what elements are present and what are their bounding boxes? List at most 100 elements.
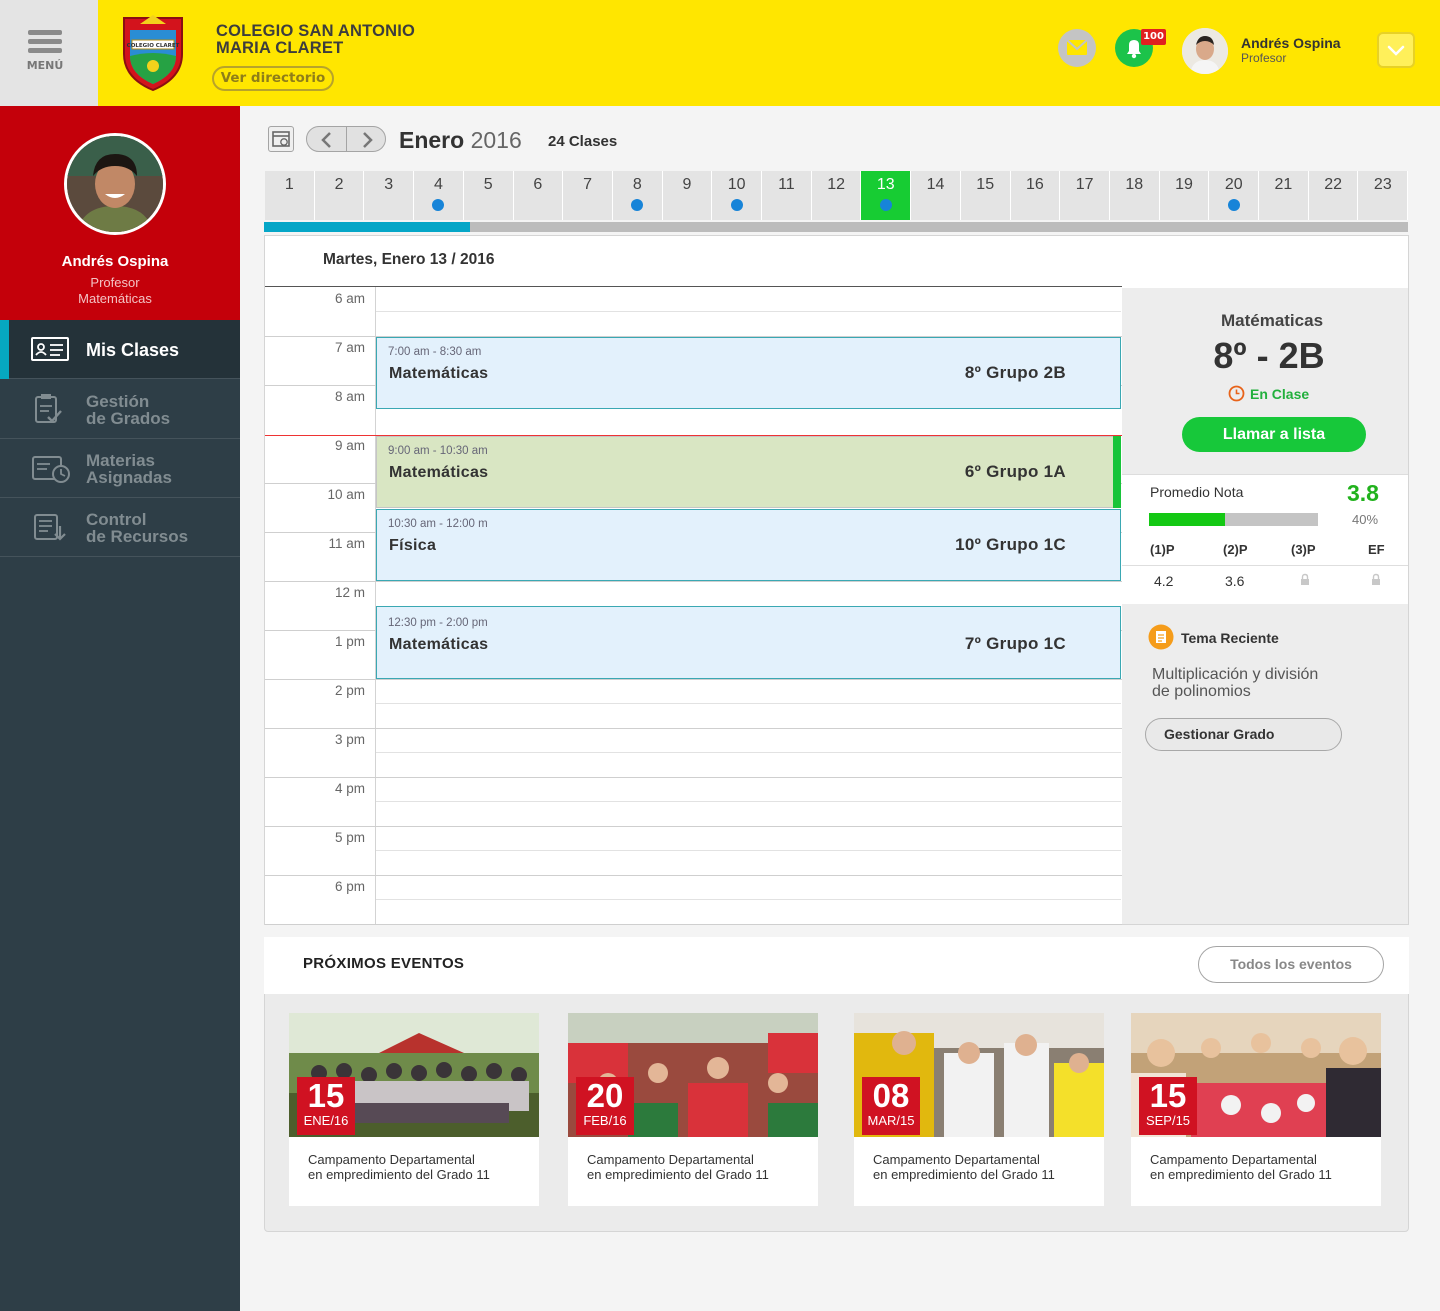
hour-gridline <box>265 924 1122 925</box>
average-bar-fill <box>1149 513 1225 526</box>
day-12[interactable]: 12 <box>811 171 862 220</box>
user-name: Andrés Ospina <box>1241 35 1341 51</box>
event-group: 8º Grupo 2B <box>964 363 1066 382</box>
mail-button[interactable] <box>1058 29 1096 67</box>
sidebar-item-label: Mis Clases <box>86 340 180 360</box>
hour-label: 9 am <box>334 438 365 453</box>
event-time: 7:00 am - 8:30 am <box>388 346 482 358</box>
day-15[interactable]: 15 <box>960 171 1011 220</box>
sidebar-item-gestion-grados[interactable]: Gestión de Grados <box>0 380 240 439</box>
day-number: 12 <box>827 176 845 193</box>
call-list-button[interactable]: Llamar a lista <box>1182 417 1366 452</box>
day-10[interactable]: 10 <box>712 171 763 220</box>
class-dot-indicator <box>432 199 445 211</box>
class-event[interactable]: 7:00 am - 8:30 am Matemáticas 8º Grupo 2… <box>376 337 1121 409</box>
hour-label: 3 pm <box>334 732 365 747</box>
user-avatar[interactable] <box>1182 28 1228 74</box>
event-description: Campamento Departamental en empredimiento… <box>308 1152 490 1182</box>
day-8[interactable]: 8 <box>612 171 663 220</box>
class-dot-indicator <box>1227 199 1240 211</box>
day-3[interactable]: 3 <box>364 171 415 220</box>
next-month-button[interactable] <box>347 127 385 151</box>
half-hour-gridline <box>376 801 1121 802</box>
event-date-badge: 08 MAR/15 <box>862 1077 920 1135</box>
day-23[interactable]: 23 <box>1358 171 1409 220</box>
day-number: 6 <box>533 176 543 193</box>
day-13[interactable]: 13 <box>861 171 912 220</box>
hour-gridline <box>265 728 1122 729</box>
day-number: 4 <box>434 176 443 193</box>
lock-icon <box>1301 573 1309 585</box>
day-number: 5 <box>483 176 493 193</box>
clipboard-check-icon <box>35 394 62 423</box>
day-21[interactable]: 21 <box>1259 171 1309 220</box>
class-event-current[interactable]: 9:00 am - 10:30 am Matemáticas 6º Grupo … <box>376 436 1121 508</box>
directory-button[interactable]: Ver directorio <box>212 66 334 91</box>
day-number: 22 <box>1324 176 1343 193</box>
day-1[interactable]: 1 <box>265 171 315 220</box>
day-number: 8 <box>632 176 642 193</box>
day-number: 13 <box>876 176 895 193</box>
day-19[interactable]: 19 <box>1159 171 1210 220</box>
day-2[interactable]: 2 <box>314 171 365 220</box>
day-4[interactable]: 4 <box>414 171 464 220</box>
sidebar-item-control-recursos[interactable]: Control de Recursos <box>0 498 240 557</box>
id-card-icon <box>31 337 69 361</box>
day-11[interactable]: 11 <box>762 171 812 220</box>
event-group: 6º Grupo 1A <box>964 462 1066 481</box>
hour-label: 12 m <box>334 585 365 600</box>
recent-topic-label: Tema Reciente <box>1181 630 1279 646</box>
average-percent: 40% <box>1352 512 1379 527</box>
profile-subject: Matemáticas <box>78 291 152 306</box>
school-logo: COLEGIO CLARET <box>123 15 183 92</box>
event-description: Campamento Departamental en empredimiento… <box>587 1152 769 1182</box>
sidebar-item-label: Materias Asignadas <box>86 451 172 487</box>
hour-label: 8 am <box>334 389 365 404</box>
event-description: Campamento Departamental en empredimiento… <box>873 1152 1055 1182</box>
event-subject: Matemáticas <box>389 636 489 653</box>
notepad-icon <box>1148 624 1174 650</box>
hour-label: 11 am <box>328 536 365 551</box>
sidebar-item-mis-clases[interactable]: Mis Clases <box>0 320 240 379</box>
day-number: 17 <box>1075 176 1094 193</box>
day-17[interactable]: 17 <box>1060 171 1110 220</box>
manage-grade-button[interactable]: Gestionar Grado <box>1145 718 1342 751</box>
day-number: 10 <box>727 176 746 193</box>
day-20[interactable]: 20 <box>1209 171 1260 220</box>
event-card[interactable]: 08 MAR/15 Campamento Departamental en empr… <box>854 1013 1104 1206</box>
sidebar-item-label: Gestión de Grados <box>86 392 171 428</box>
day-5[interactable]: 5 <box>463 171 514 220</box>
calendar-picker-button[interactable] <box>268 126 294 152</box>
day-16[interactable]: 16 <box>1010 171 1061 220</box>
event-card[interactable]: 15 SEP/15 Campamento Departamental en empr… <box>1131 1013 1381 1206</box>
class-event[interactable]: 10:30 am - 12:00 m Física 10º Grupo 1C <box>376 509 1121 581</box>
sidebar-item-materias-asignadas[interactable]: Materias Asignadas <box>0 439 240 498</box>
selected-date-title: Martes, Enero 13 / 2016 <box>323 251 495 268</box>
user-menu-dropdown[interactable] <box>1377 32 1415 68</box>
class-dot-indicator <box>879 199 892 211</box>
calendar-icon <box>272 131 290 147</box>
event-card[interactable]: 15 ENE/16 Campamento Departamental en empr… <box>289 1013 539 1206</box>
day-22[interactable]: 22 <box>1308 171 1359 220</box>
top-header: MENÚ COLEGIO CLARET COLEGIO SAN ANTONIO … <box>0 0 1440 106</box>
day-18[interactable]: 18 <box>1109 171 1160 220</box>
day-9[interactable]: 9 <box>662 171 713 220</box>
class-event[interactable]: 12:30 pm - 2:00 pm Matemáticas 7º Grupo … <box>376 606 1121 679</box>
day-selector: 1 2 3 4 5 6 7 8 9 10 11 12 13 14 15 16 17 18 19 20 21 22 23 <box>265 171 1409 220</box>
average-label: Promedio Nota <box>1150 484 1244 500</box>
hour-label: 6 am <box>334 291 365 306</box>
class-status: En Clase <box>1250 386 1310 402</box>
event-card[interactable]: 20 FEB/16 Campamento Departamental en empr… <box>568 1013 818 1206</box>
notifications-badge: 100 <box>1141 29 1166 45</box>
day-14[interactable]: 14 <box>911 171 961 220</box>
day-7[interactable]: 7 <box>563 171 613 220</box>
menu-button[interactable]: MENÚ <box>0 0 98 106</box>
day-number: 23 <box>1373 176 1392 193</box>
info-subject: Matématicas <box>1220 311 1324 330</box>
recent-topic: Multiplicación y división de polinomios <box>1152 666 1319 700</box>
hour-label: 2 pm <box>334 683 365 698</box>
all-events-button[interactable]: Todos los eventos <box>1198 946 1384 983</box>
hour-gridline <box>265 826 1122 827</box>
prev-month-button[interactable] <box>307 127 347 151</box>
day-6[interactable]: 6 <box>513 171 564 220</box>
